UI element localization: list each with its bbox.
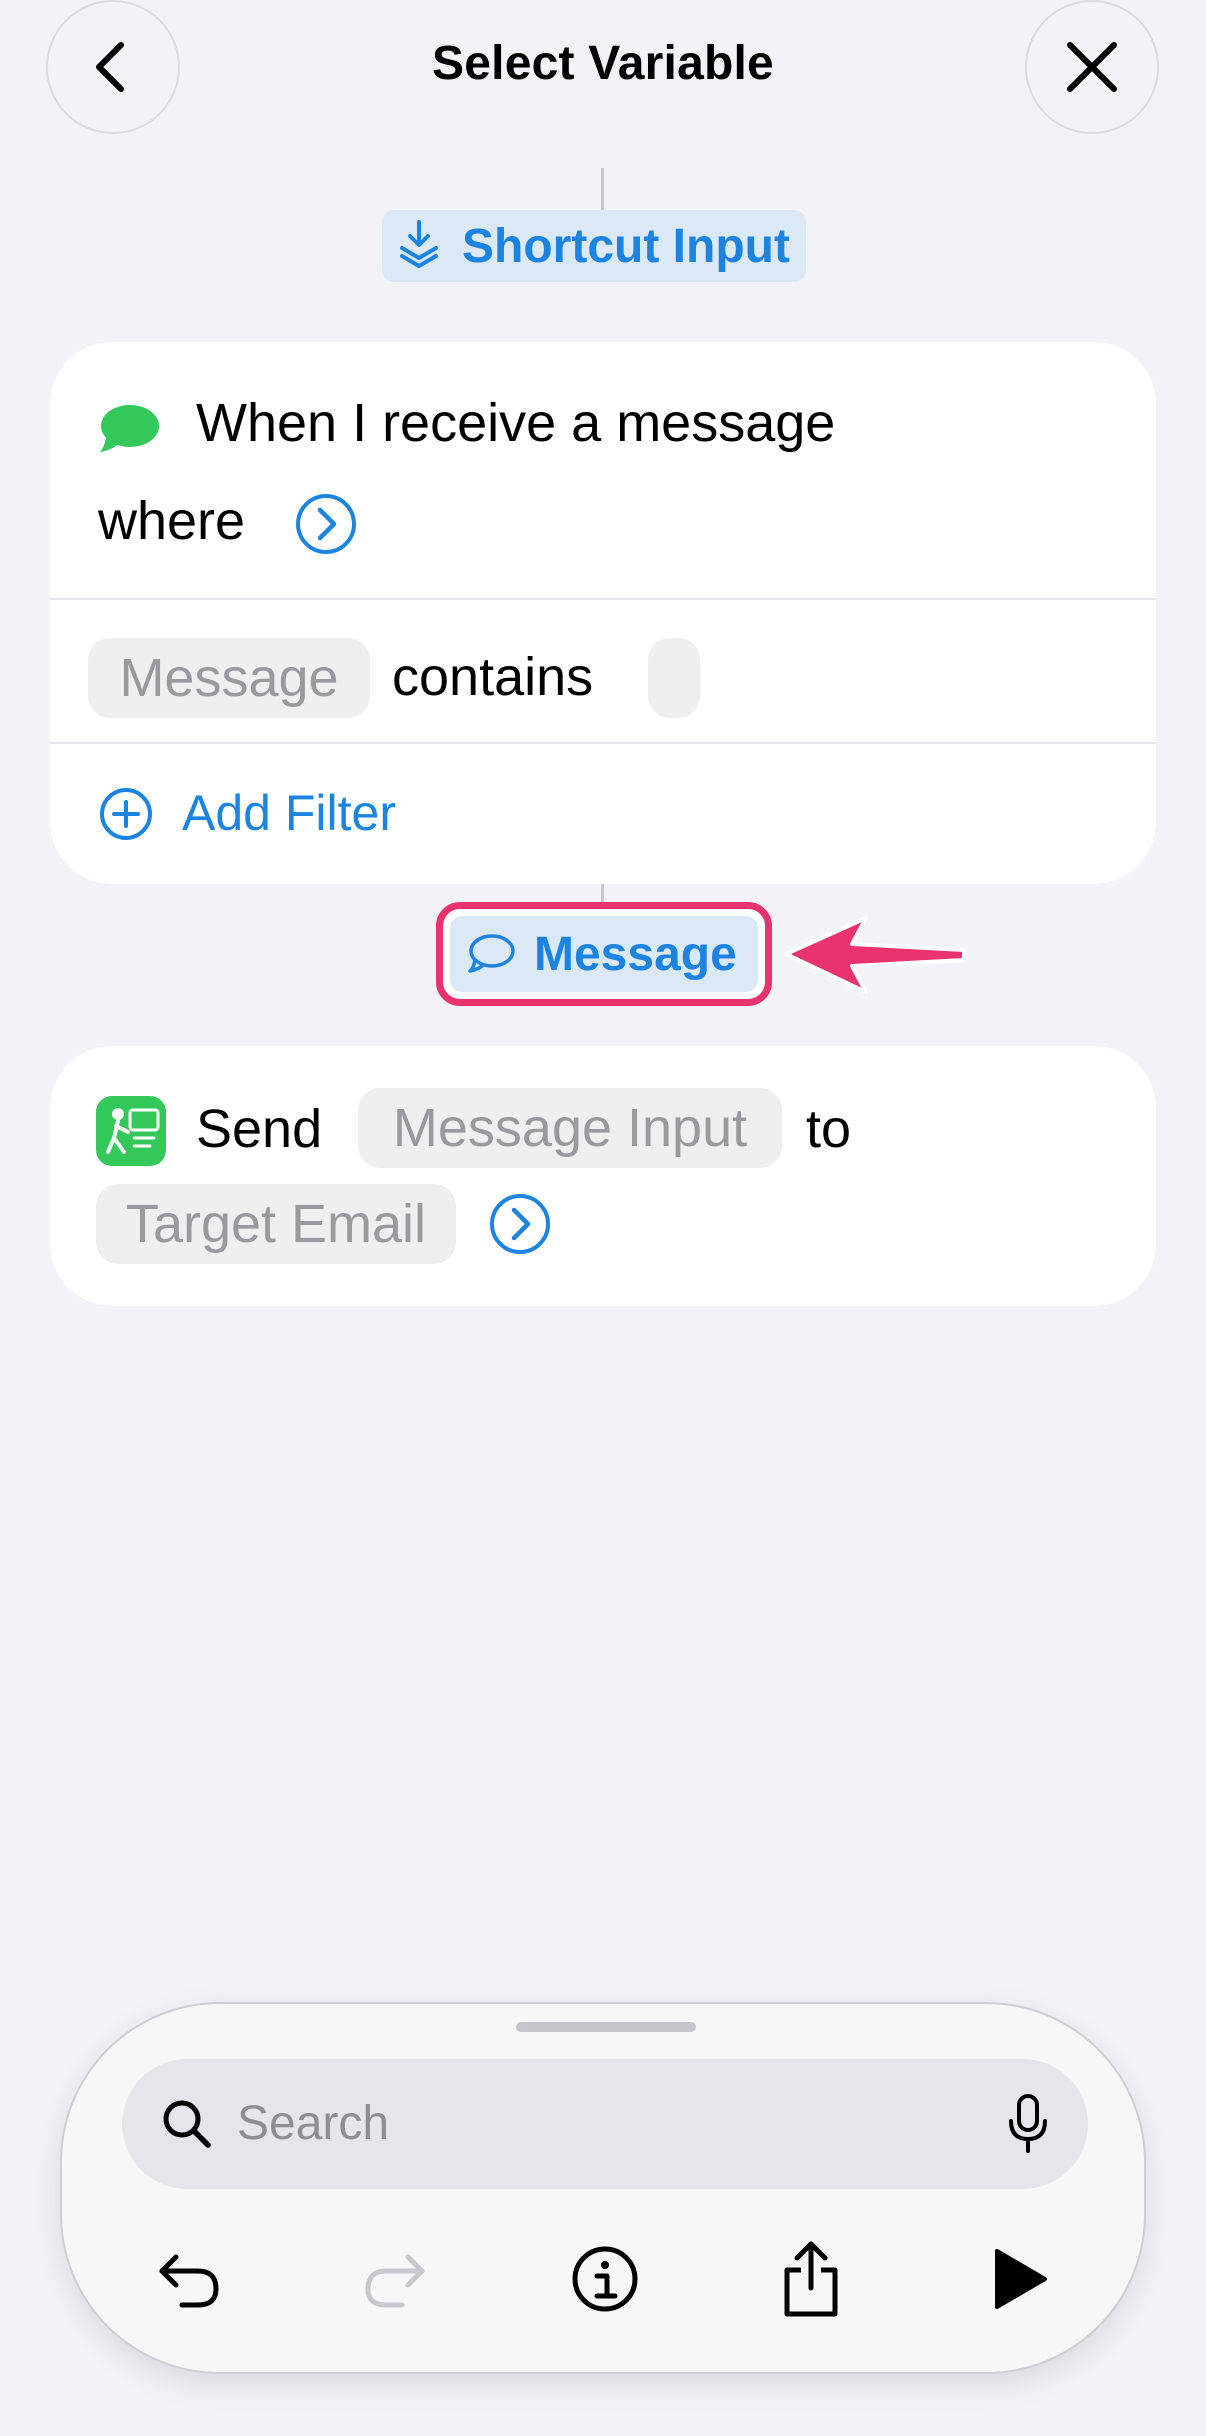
- send-label: Send: [196, 1099, 323, 1159]
- play-icon: [995, 2249, 1047, 2309]
- filter-value-field[interactable]: [648, 638, 700, 718]
- search-icon: [163, 2100, 211, 2148]
- messages-bubble-icon: [100, 405, 159, 452]
- chevron-right-circle-icon[interactable]: [294, 492, 358, 556]
- message-filter-token[interactable]: Message: [88, 638, 370, 718]
- share-button[interactable]: [756, 2224, 866, 2334]
- trigger-card: When I receive a message where Message c…: [50, 342, 1156, 884]
- bottom-toolbar-panel: Search: [60, 2002, 1146, 2374]
- divider: [50, 598, 1156, 600]
- add-filter-button[interactable]: Add Filter: [182, 784, 396, 842]
- trigger-where-label: where: [98, 491, 246, 551]
- redo-icon: [365, 2254, 425, 2308]
- microphone-icon[interactable]: [1006, 2093, 1050, 2155]
- share-icon: [784, 2241, 838, 2317]
- info-icon: [572, 2246, 638, 2312]
- close-icon: [1067, 42, 1117, 92]
- divider: [50, 742, 1156, 744]
- shortcut-input-label: Shortcut Input: [462, 219, 790, 273]
- target-email-token[interactable]: Target Email: [96, 1184, 456, 1264]
- sheet-grabber[interactable]: [516, 2022, 696, 2032]
- chevron-right-circle-icon[interactable]: [488, 1192, 552, 1256]
- speech-bubble-icon: [468, 934, 515, 973]
- connector-line: [601, 884, 604, 902]
- shortcut-input-variable[interactable]: Shortcut Input: [382, 210, 806, 282]
- send-card: Send Message Input to Target Email: [50, 1046, 1156, 1306]
- run-button[interactable]: [964, 2224, 1074, 2334]
- sms-app-icon: [96, 1096, 166, 1166]
- connector-line: [601, 168, 604, 212]
- undo-icon: [159, 2254, 219, 2308]
- message-variable[interactable]: Message: [450, 916, 758, 992]
- message-variable-label: Message: [534, 927, 737, 981]
- redo-button[interactable]: [340, 2224, 450, 2334]
- filter-operator[interactable]: contains: [392, 646, 593, 708]
- info-button[interactable]: [550, 2224, 660, 2334]
- close-button[interactable]: [1025, 0, 1159, 134]
- trigger-title: When I receive a message: [196, 393, 836, 453]
- undo-button[interactable]: [134, 2224, 244, 2334]
- add-circle-icon[interactable]: [98, 786, 154, 842]
- search-placeholder: Search: [237, 2097, 390, 2150]
- stack-download-icon: [400, 220, 438, 268]
- message-input-token[interactable]: Message Input: [358, 1088, 782, 1168]
- search-input[interactable]: Search: [122, 2059, 1088, 2189]
- pointer-arrow: [784, 916, 966, 994]
- to-label: to: [806, 1099, 852, 1159]
